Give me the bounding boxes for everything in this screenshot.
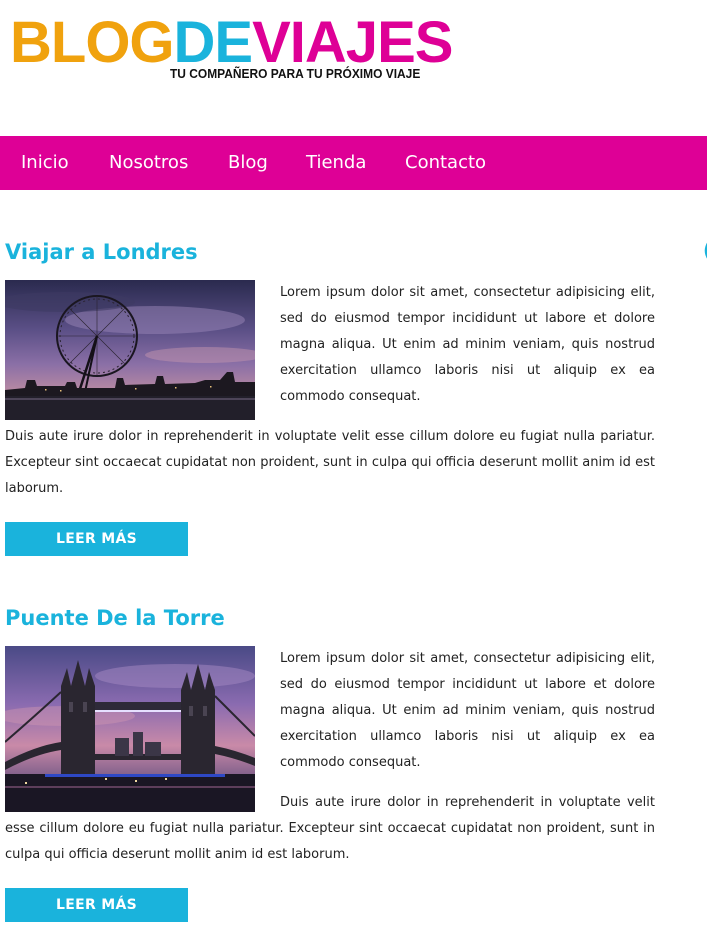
main-nav: Inicio Nosotros Blog Tienda Contacto	[0, 136, 707, 190]
article-title[interactable]: Puente De la Torre	[5, 606, 225, 630]
site-header: BLOGDEVIAJES TU COMPAÑERO PARA TU PRÓXIM…	[0, 0, 707, 136]
read-more-button[interactable]: LEER MÁS	[5, 888, 188, 922]
logo-wordmark: BLOGDEVIAJES	[10, 14, 453, 72]
site-logo[interactable]: BLOGDEVIAJES TU COMPAÑERO PARA TU PRÓXIM…	[10, 14, 453, 84]
article-card: Viajar a Londres Lorem ipsum dolor sit a…	[5, 236, 655, 566]
tower-bridge-photo	[5, 646, 255, 812]
sidebar-heading-edge: (	[703, 238, 707, 260]
article-body-text: Duis aute irure dolor in reprehenderit i…	[5, 429, 655, 496]
article-body-text: Duis aute irure dolor in reprehenderit i…	[5, 795, 655, 862]
page: BLOGDEVIAJES TU COMPAÑERO PARA TU PRÓXIM…	[0, 0, 707, 935]
logo-blog: BLOG	[10, 10, 175, 75]
nav-item-blog[interactable]: Blog	[228, 136, 268, 190]
read-more-button[interactable]: LEER MÁS	[5, 522, 188, 556]
article-intro-text: Lorem ipsum dolor sit amet, consectetur …	[280, 285, 655, 404]
nav-item-nosotros[interactable]: Nosotros	[109, 136, 188, 190]
london-eye-photo	[5, 280, 255, 420]
logo-tagline: TU COMPAÑERO PARA TU PRÓXIMO VIAJE	[170, 66, 421, 81]
nav-item-tienda[interactable]: Tienda	[306, 136, 366, 190]
article-card: Puente De la Torre Lorem ipsum dolor sit…	[5, 602, 655, 932]
article-intro-text: Lorem ipsum dolor sit amet, consectetur …	[280, 651, 655, 770]
nav-item-contacto[interactable]: Contacto	[405, 136, 486, 190]
nav-item-inicio[interactable]: Inicio	[21, 136, 69, 190]
article-title[interactable]: Viajar a Londres	[5, 240, 198, 264]
